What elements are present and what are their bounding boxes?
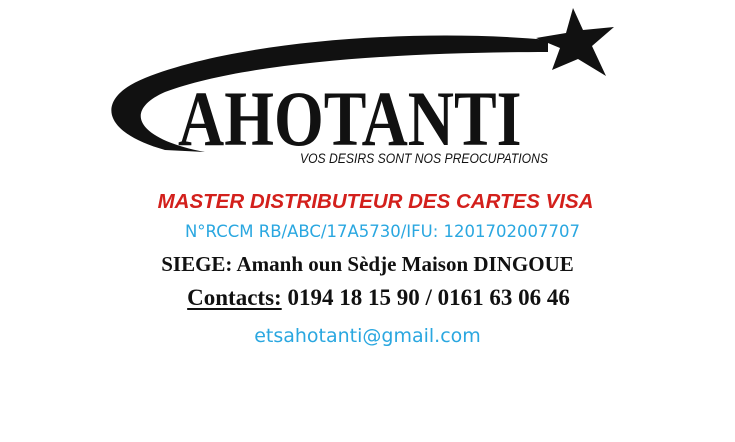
email-address: etsahotanti@gmail.com bbox=[254, 325, 481, 347]
contacts-label: Contacts: bbox=[187, 285, 282, 310]
contacts-line: Contacts: 0194 18 15 90 / 0161 63 06 46 bbox=[0, 285, 735, 311]
company-tagline: VOS DESIRS SONT NOS PREOCUPATIONS bbox=[300, 151, 548, 166]
company-name: AHOTANTI bbox=[178, 75, 522, 162]
headquarters-address: SIEGE: Amanh oun Sèdje Maison DINGOUE bbox=[161, 252, 574, 276]
registration-number: N°RCCM RB/ABC/17A5730/IFU: 1201702007707 bbox=[184, 222, 581, 241]
logo-swoosh-star bbox=[111, 8, 614, 152]
headline: MASTER DISTRIBUTEUR DES CARTES VISA bbox=[157, 190, 594, 213]
contacts-numbers: 0194 18 15 90 / 0161 63 06 46 bbox=[287, 285, 570, 310]
star-icon bbox=[536, 8, 614, 76]
